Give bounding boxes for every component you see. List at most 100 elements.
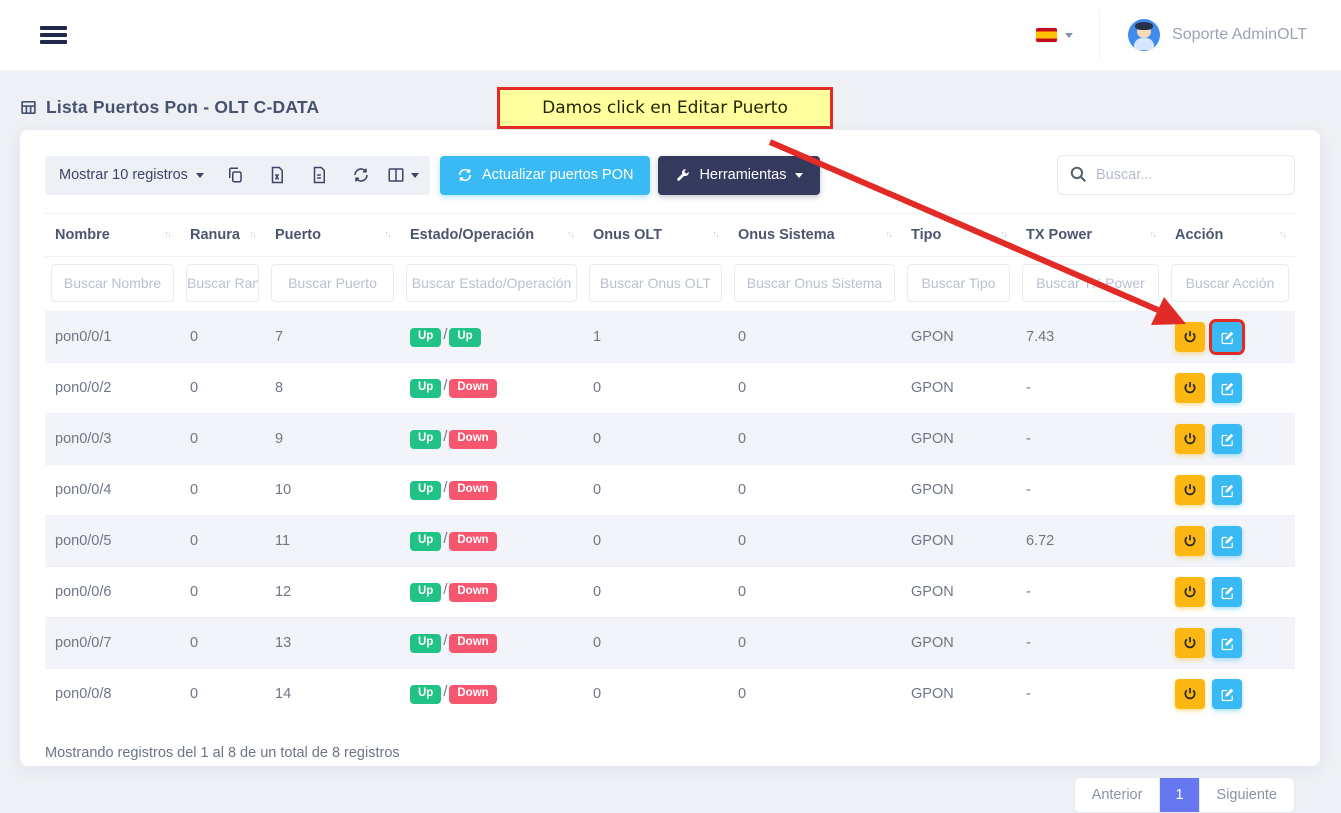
estado-badge: Up [410, 532, 441, 551]
power-button[interactable] [1175, 628, 1205, 658]
table-row: pon0/0/208Up/Down00GPON- [45, 363, 1295, 414]
sort-icon[interactable]: ↑↓ [249, 229, 255, 240]
edit-port-button[interactable] [1212, 475, 1242, 505]
tutorial-callout: Damos click en Editar Puerto [497, 87, 833, 129]
user-menu[interactable]: Soporte AdminOLT [1118, 13, 1317, 57]
search-input[interactable] [1057, 155, 1295, 195]
edit-port-button[interactable] [1212, 679, 1242, 709]
estado-badge: Up [410, 583, 441, 602]
operacion-badge: Up [449, 328, 480, 347]
column-header-ranura[interactable]: Ranura↑↓ [180, 214, 265, 257]
cell-onus-sistema: 0 [728, 567, 901, 618]
edit-port-button[interactable] [1212, 526, 1242, 556]
cell-nombre: pon0/0/8 [45, 669, 180, 720]
cell-onus-sistema: 0 [728, 414, 901, 465]
filter-input-onus-sistema[interactable] [734, 264, 895, 302]
filter-input-onus-olt[interactable] [589, 264, 722, 302]
edit-port-button[interactable] [1212, 577, 1242, 607]
column-header-puerto[interactable]: Puerto↑↓ [265, 214, 400, 257]
cell-estado-operacion: Up/Down [400, 363, 583, 414]
file-icon[interactable] [298, 156, 340, 195]
cell-accion [1165, 516, 1295, 567]
columns-icon[interactable] [382, 156, 424, 195]
cell-ranura: 0 [180, 669, 265, 720]
cell-nombre: pon0/0/2 [45, 363, 180, 414]
cell-accion [1165, 669, 1295, 720]
pagination-page-1[interactable]: 1 [1160, 778, 1199, 812]
cell-ranura: 0 [180, 414, 265, 465]
cell-onus-olt: 0 [583, 669, 728, 720]
estado-badge: Up [410, 481, 441, 500]
update-pon-ports-button[interactable]: Actualizar puertos PON [440, 156, 651, 195]
cell-onus-olt: 0 [583, 516, 728, 567]
filter-input-estado-operaci-n[interactable] [406, 264, 577, 302]
pagination-prev[interactable]: Anterior [1075, 778, 1161, 812]
filter-input-nombre[interactable] [51, 264, 174, 302]
filter-input-acci-n[interactable] [1171, 264, 1289, 302]
column-header-tipo[interactable]: Tipo↑↓ [901, 214, 1016, 257]
filter-input-puerto[interactable] [271, 264, 394, 302]
column-header-tx-power[interactable]: TX Power↑↓ [1016, 214, 1165, 257]
hamburger-menu-icon[interactable] [40, 23, 67, 48]
sort-icon[interactable]: ↑↓ [1279, 229, 1285, 240]
cell-estado-operacion: Up/Down [400, 414, 583, 465]
cell-ranura: 0 [180, 567, 265, 618]
operacion-badge: Down [449, 379, 496, 398]
sort-icon[interactable]: ↑↓ [384, 229, 390, 240]
language-dropdown[interactable] [1022, 18, 1087, 52]
edit-port-button[interactable] [1212, 424, 1242, 454]
pon-ports-card: Mostrar 10 registros [20, 130, 1320, 766]
sort-icon[interactable]: ↑↓ [712, 229, 718, 240]
power-button[interactable] [1175, 577, 1205, 607]
edit-port-button[interactable] [1212, 628, 1242, 658]
cell-puerto: 11 [265, 516, 400, 567]
cell-tx-power: - [1016, 567, 1165, 618]
sort-icon[interactable]: ↑↓ [885, 229, 891, 240]
cell-tipo: GPON [901, 516, 1016, 567]
power-button[interactable] [1175, 322, 1205, 352]
cell-ranura: 0 [180, 465, 265, 516]
cell-estado-operacion: Up/Down [400, 516, 583, 567]
column-header-estado-operaci-n[interactable]: Estado/Operación↑↓ [400, 214, 583, 257]
power-button[interactable] [1175, 679, 1205, 709]
column-header-acci-n[interactable]: Acción↑↓ [1165, 214, 1295, 257]
column-header-nombre[interactable]: Nombre↑↓ [45, 214, 180, 257]
excel-icon[interactable] [256, 156, 298, 195]
column-header-onus-olt[interactable]: Onus OLT↑↓ [583, 214, 728, 257]
copy-icon[interactable] [214, 156, 256, 195]
operacion-badge: Down [449, 532, 496, 551]
cell-puerto: 10 [265, 465, 400, 516]
column-header-onus-sistema[interactable]: Onus Sistema↑↓ [728, 214, 901, 257]
cell-tx-power: - [1016, 618, 1165, 669]
table-row: pon0/0/8014Up/Down00GPON- [45, 669, 1295, 720]
tools-dropdown-button[interactable]: Herramientas [658, 156, 820, 195]
cell-tipo: GPON [901, 363, 1016, 414]
filter-input-tx-power[interactable] [1022, 264, 1159, 302]
cell-onus-olt: 0 [583, 414, 728, 465]
power-button[interactable] [1175, 424, 1205, 454]
refresh-icon[interactable] [340, 156, 382, 195]
cell-ranura: 0 [180, 516, 265, 567]
cell-tipo: GPON [901, 465, 1016, 516]
edit-port-button[interactable] [1212, 322, 1242, 352]
power-button[interactable] [1175, 475, 1205, 505]
edit-port-button[interactable] [1212, 373, 1242, 403]
sort-icon[interactable]: ↑↓ [164, 229, 170, 240]
show-entries-dropdown[interactable]: Mostrar 10 registros [59, 167, 214, 183]
cell-onus-olt: 0 [583, 363, 728, 414]
cell-onus-olt: 0 [583, 567, 728, 618]
cell-nombre: pon0/0/6 [45, 567, 180, 618]
power-button[interactable] [1175, 373, 1205, 403]
pagination-next[interactable]: Siguiente [1200, 778, 1294, 812]
cell-nombre: pon0/0/7 [45, 618, 180, 669]
filter-input-tipo[interactable] [907, 264, 1010, 302]
cell-accion [1165, 618, 1295, 669]
top-navbar: Soporte AdminOLT [0, 0, 1341, 71]
table-filter-row [45, 257, 1295, 312]
filter-input-ranura[interactable] [186, 264, 259, 302]
power-button[interactable] [1175, 526, 1205, 556]
sort-icon[interactable]: ↑↓ [1000, 229, 1006, 240]
sort-icon[interactable]: ↑↓ [567, 229, 573, 240]
sort-icon[interactable]: ↑↓ [1149, 229, 1155, 240]
table-row: pon0/0/107Up/Up10GPON7.43 [45, 312, 1295, 363]
